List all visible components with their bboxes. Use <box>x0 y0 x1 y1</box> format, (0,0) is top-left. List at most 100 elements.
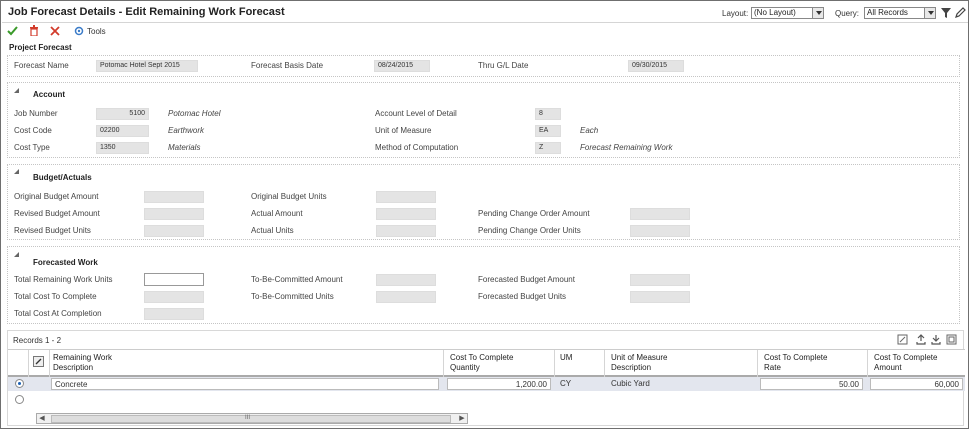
actual-units-field <box>376 225 436 237</box>
collapse-toggle-icon[interactable] <box>14 169 19 174</box>
scroll-right-icon[interactable]: ▶ <box>457 414 467 423</box>
table-row[interactable]: Concrete 1,200.00 CY Cubic Yard 50.00 60… <box>8 377 965 391</box>
column-header-um[interactable]: UM <box>560 353 572 363</box>
gear-icon[interactable] <box>74 26 84 36</box>
cost-code-label: Cost Code <box>14 126 52 135</box>
column-header-rate[interactable]: Cost To Complete Rate <box>764 353 827 373</box>
row-select-radio[interactable] <box>15 379 24 388</box>
total-cost-at-completion-label: Total Cost At Completion <box>14 309 102 318</box>
unit-of-measure-description: Each <box>580 126 599 135</box>
total-remaining-units-input[interactable] <box>144 273 204 286</box>
row-select-radio[interactable] <box>15 395 24 404</box>
query-select-value: All Records <box>867 8 908 17</box>
query-select[interactable]: All Records <box>864 7 936 19</box>
table-row[interactable] <box>8 393 965 407</box>
pending-co-units-label: Pending Change Order Units <box>478 226 581 235</box>
total-cost-at-completion-field <box>144 308 204 320</box>
collapse-toggle-icon[interactable] <box>14 88 19 93</box>
layout-select-value: (No Layout) <box>754 8 796 17</box>
cost-type-label: Cost Type <box>14 143 50 152</box>
scroll-left-icon[interactable]: ◀ <box>37 414 47 423</box>
rate-cell[interactable]: 50.00 <box>760 378 863 390</box>
horizontal-scrollbar[interactable]: ◀ III ▶ <box>36 413 468 424</box>
forecast-basis-date-field: 08/24/2015 <box>374 60 430 72</box>
job-number-field: 5100 <box>96 108 149 120</box>
original-budget-amount-label: Original Budget Amount <box>14 192 99 201</box>
original-budget-units-label: Original Budget Units <box>251 192 327 201</box>
title-bar: Job Forecast Details - Edit Remaining Wo… <box>2 2 968 23</box>
cost-code-field: 02200 <box>96 125 149 137</box>
unit-of-measure-label: Unit of Measure <box>375 126 432 135</box>
um-description-cell: Cubic Yard <box>611 379 650 388</box>
description-cell[interactable]: Concrete <box>51 378 439 390</box>
actual-amount-label: Actual Amount <box>251 209 303 218</box>
level-of-detail-field: 8 <box>535 108 561 120</box>
amount-cell[interactable]: 60,000 <box>870 378 963 390</box>
edit-pencil-icon[interactable] <box>955 7 966 18</box>
filter-icon[interactable] <box>941 8 951 18</box>
row-edit-icon[interactable] <box>33 356 44 367</box>
grid-header: Remaining Work Description Cost To Comple… <box>8 349 965 378</box>
close-icon[interactable] <box>50 26 60 36</box>
thru-gl-date-label: Thru G/L Date <box>478 61 529 70</box>
collapse-toggle-icon[interactable] <box>14 252 19 257</box>
cost-code-description: Earthwork <box>168 126 205 135</box>
pending-co-amount-label: Pending Change Order Amount <box>478 209 590 218</box>
total-remaining-units-label: Total Remaining Work Units <box>14 275 113 284</box>
revised-budget-amount-label: Revised Budget Amount <box>14 209 100 218</box>
layout-select[interactable]: (No Layout) <box>751 7 824 19</box>
job-number-label: Job Number <box>14 109 58 118</box>
chevron-down-icon <box>812 8 823 18</box>
thru-gl-date-field: 09/30/2015 <box>628 60 684 72</box>
column-header-amount[interactable]: Cost To Complete Amount <box>874 353 937 373</box>
original-budget-amount-field <box>144 191 204 203</box>
tools-menu[interactable]: Tools <box>87 27 106 36</box>
cost-type-field: 1350 <box>96 142 149 154</box>
records-grid: Records 1 - 2 Remaining Work Description … <box>7 330 965 426</box>
cost-type-description: Materials <box>168 143 201 152</box>
job-number-description: Potomac Hotel <box>168 109 221 118</box>
column-header-um-description[interactable]: Unit of Measure Description <box>611 353 667 373</box>
export-icon[interactable] <box>897 334 908 345</box>
chevron-down-icon <box>924 8 935 18</box>
method-of-computation-field: Z <box>535 142 561 154</box>
method-of-computation-description: Forecast Remaining Work <box>580 143 673 152</box>
download-icon[interactable] <box>931 334 941 345</box>
budget-actuals-heading: Budget/Actuals <box>33 173 92 182</box>
trash-icon[interactable] <box>29 25 39 36</box>
unit-of-measure-field: EA <box>535 125 561 137</box>
actual-amount-field <box>376 208 436 220</box>
records-count: Records 1 - 2 <box>13 336 62 345</box>
form-window: Job Forecast Details - Edit Remaining Wo… <box>0 0 969 429</box>
pending-co-amount-field <box>630 208 690 220</box>
layout-label: Layout: <box>722 9 749 18</box>
checkmark-icon[interactable] <box>7 26 18 36</box>
scrollbar-thumb[interactable]: III <box>51 415 451 423</box>
project-forecast-heading: Project Forecast <box>9 43 72 52</box>
forecast-name-field: Potomac Hotel Sept 2015 <box>96 60 198 72</box>
tbc-units-label: To-Be-Committed Units <box>251 292 334 301</box>
forecasted-work-heading: Forecasted Work <box>33 258 98 267</box>
method-of-computation-label: Method of Computation <box>375 143 459 152</box>
tbc-amount-field <box>376 274 436 286</box>
page-title: Job Forecast Details - Edit Remaining Wo… <box>8 6 285 18</box>
revised-budget-units-field <box>144 225 204 237</box>
forecast-basis-date-label: Forecast Basis Date <box>251 61 324 70</box>
account-box <box>7 82 960 158</box>
forecast-budget-amount-label: Forecasted Budget Amount <box>478 275 575 284</box>
upload-icon[interactable] <box>916 334 926 345</box>
quantity-cell[interactable]: 1,200.00 <box>447 378 551 390</box>
forecast-budget-amount-field <box>630 274 690 286</box>
revised-budget-amount-field <box>144 208 204 220</box>
maximize-grid-icon[interactable] <box>946 334 957 345</box>
column-header-quantity[interactable]: Cost To Complete Quantity <box>450 353 513 373</box>
original-budget-units-field <box>376 191 436 203</box>
um-cell[interactable]: CY <box>560 378 600 390</box>
column-header-description[interactable]: Remaining Work Description <box>53 353 112 373</box>
pending-co-units-field <box>630 225 690 237</box>
toolbar: Tools <box>2 23 968 39</box>
forecast-budget-units-label: Forecasted Budget Units <box>478 292 567 301</box>
forecast-name-label: Forecast Name <box>14 61 69 70</box>
actual-units-label: Actual Units <box>251 226 294 235</box>
level-of-detail-label: Account Level of Detail <box>375 109 457 118</box>
